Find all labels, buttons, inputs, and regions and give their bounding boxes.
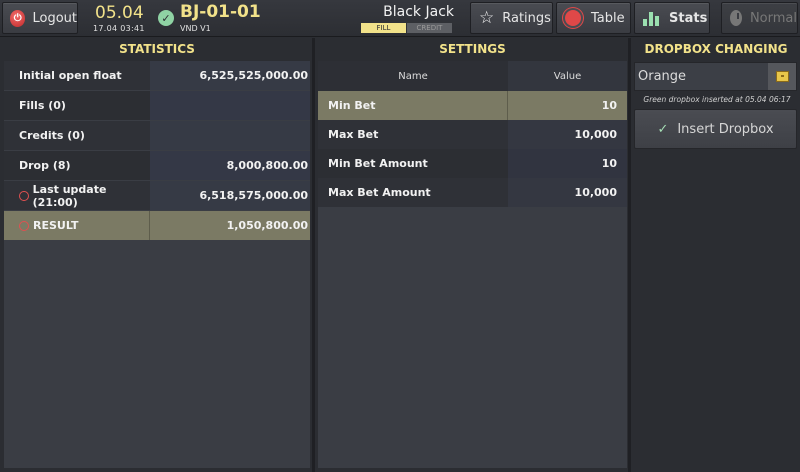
table-row[interactable]: Min Bet 10 (318, 91, 627, 120)
stat-value: 6,525,525,000.00 (150, 61, 310, 90)
normal-button[interactable]: Normal (721, 2, 798, 34)
stat-value: 1,050,800.00 (150, 211, 310, 240)
stat-row: Credits (0) (4, 121, 310, 150)
table-row[interactable]: Max Bet 10,000 (318, 120, 627, 149)
dropbox-title: DROPBOX CHANGING (644, 42, 788, 56)
bar-chart-icon (643, 10, 659, 26)
ratings-button[interactable]: ☆ Ratings (470, 2, 553, 34)
clock-icon (730, 10, 742, 26)
stat-row: Last update (21:00) 6,518,575,000.00 (4, 181, 310, 210)
clock-icon (19, 190, 29, 201)
record-icon (565, 10, 581, 26)
stat-label: Fills (0) (4, 91, 150, 120)
table-row[interactable]: Min Bet Amount 10 (318, 149, 627, 178)
logout-label: Logout (32, 10, 77, 26)
ratings-label: Ratings (502, 10, 551, 26)
setting-name: Max Bet (318, 120, 508, 149)
stats-button[interactable]: Stats (634, 2, 710, 34)
settings-title: SETTINGS (439, 42, 506, 56)
settings-panel: Name Value Min Bet 10 Max Bet 10,000 Min… (318, 61, 627, 468)
insert-dropbox-button[interactable]: ✓ Insert Dropbox (634, 109, 797, 149)
game-name: Black Jack (383, 4, 454, 20)
statistics-panel: Initial open float 6,525,525,000.00 Fill… (4, 61, 310, 468)
current-date: 05.04 (95, 3, 144, 23)
check-circle-icon: ✓ (158, 10, 174, 26)
currency-version: VND V1 (180, 24, 211, 33)
stat-label: Credits (0) (4, 121, 150, 150)
stat-row: Fills (0) (4, 91, 310, 120)
table-label: Table (591, 10, 625, 26)
column-header-name[interactable]: Name (318, 61, 508, 91)
dropbox-selected-value: Orange (638, 69, 687, 84)
stat-label: Drop (8) (4, 151, 150, 180)
stat-label-with-clock: Last update (21:00) (4, 181, 150, 210)
setting-value: 10,000 (508, 120, 627, 149)
divider (628, 38, 631, 472)
setting-value: 10 (508, 149, 627, 178)
stat-row: Drop (8) 8,000,800.00 (4, 151, 310, 180)
setting-name: Min Bet Amount (318, 149, 508, 178)
top-bar: ⏻ Logout 05.04 17.04 03:41 ✓ BJ-01-01 VN… (0, 0, 800, 37)
stat-value: 8,000,800.00 (150, 151, 310, 180)
stat-label: Initial open float (4, 61, 150, 90)
setting-value: 10,000 (508, 178, 627, 207)
divider (312, 38, 315, 472)
stat-value: 6,518,575,000.00 (150, 181, 310, 210)
stat-row: Initial open float 6,525,525,000.00 (4, 61, 310, 90)
stat-value (150, 91, 310, 120)
insert-dropbox-label: Insert Dropbox (677, 121, 774, 137)
setting-name: Max Bet Amount (318, 178, 508, 207)
fill-tag[interactable]: FILL (361, 23, 406, 33)
dropbox-status-text: Green dropbox inserted at 05.04 06:17 (643, 95, 791, 104)
stat-label: Last update (21:00) (32, 182, 107, 209)
checkmark-icon: ✓ (657, 121, 669, 137)
normal-label: Normal (749, 10, 797, 26)
table-button[interactable]: Table (556, 2, 631, 34)
shift-datetime: 17.04 03:41 (93, 24, 145, 33)
stats-label: Stats (669, 10, 708, 26)
stat-label-with-clock: RESULT (4, 211, 150, 240)
table-row[interactable]: Max Bet Amount 10,000 (318, 178, 627, 207)
setting-name: Min Bet (318, 91, 508, 120)
table-id: BJ-01-01 (180, 2, 261, 22)
power-icon: ⏻ (10, 9, 26, 27)
settings-header: Name Value (318, 61, 627, 91)
setting-value: 10 (508, 91, 627, 120)
statistics-title: STATISTICS (119, 42, 195, 56)
clock-icon (19, 220, 29, 231)
star-icon: ☆ (479, 7, 495, 28)
credit-tag[interactable]: CREDIT (407, 23, 452, 33)
column-header-value[interactable]: Value (508, 61, 627, 91)
dropbox-picker-button[interactable] (768, 63, 796, 90)
result-row: RESULT 1,050,800.00 (4, 211, 310, 240)
stat-label: RESULT (33, 219, 79, 232)
box-icon (775, 71, 789, 82)
logout-button[interactable]: ⏻ Logout (2, 2, 78, 34)
stat-value (150, 121, 310, 150)
